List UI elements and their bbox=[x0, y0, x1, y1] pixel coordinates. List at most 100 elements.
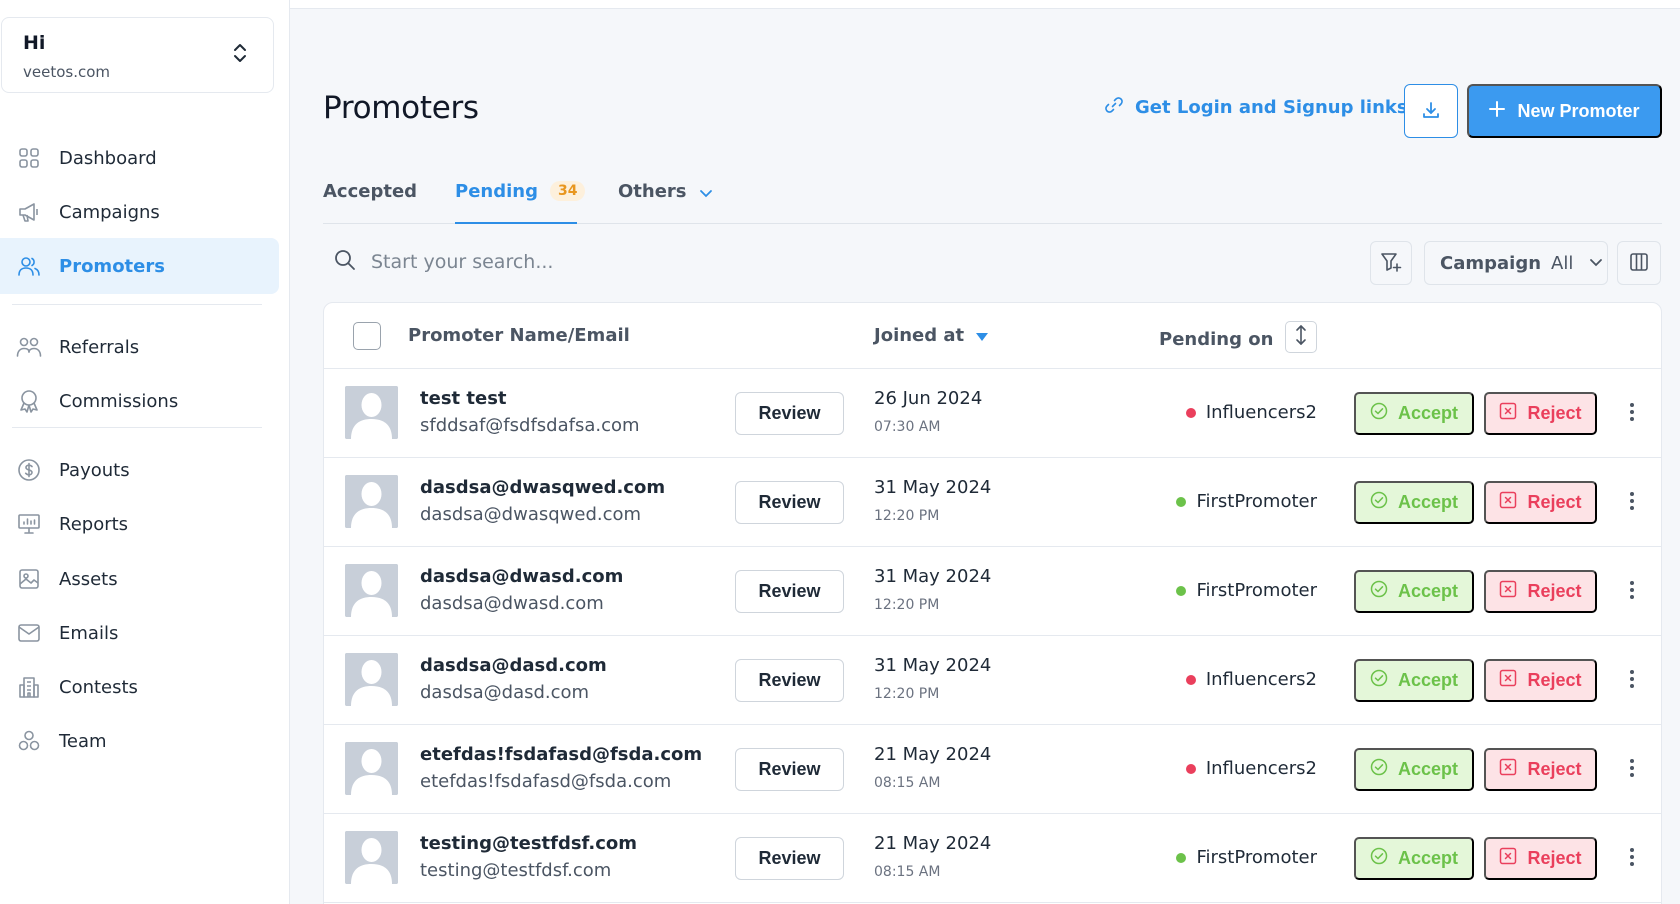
sidebar-item-reports[interactable]: Reports bbox=[0, 496, 279, 552]
nav-divider bbox=[12, 427, 262, 428]
more-options-button[interactable] bbox=[1620, 486, 1644, 518]
review-button[interactable]: Review bbox=[735, 659, 844, 702]
dashboard-icon bbox=[16, 145, 42, 171]
search-input[interactable] bbox=[371, 251, 771, 273]
column-header-joined[interactable]: Joined at bbox=[874, 325, 989, 346]
x-square-icon bbox=[1499, 758, 1517, 781]
status-tabs: Accepted Pending 34 Others bbox=[323, 175, 1662, 224]
download-button[interactable] bbox=[1404, 84, 1458, 138]
avatar bbox=[345, 653, 398, 706]
reject-button[interactable]: Reject bbox=[1484, 837, 1597, 880]
check-circle-icon bbox=[1370, 491, 1388, 514]
kebab-icon bbox=[1630, 758, 1634, 780]
chevron-down-icon bbox=[1589, 254, 1603, 273]
promoter-name[interactable]: dasdsa@dwasd.com bbox=[420, 566, 623, 587]
campaign-filter-value: All bbox=[1551, 252, 1574, 274]
promoter-name[interactable]: test test bbox=[420, 388, 507, 409]
review-button[interactable]: Review bbox=[735, 570, 844, 613]
kebab-icon bbox=[1630, 402, 1634, 424]
tab-others[interactable]: Others bbox=[618, 175, 713, 224]
promoter-name[interactable]: dasdsa@dwasqwed.com bbox=[420, 477, 665, 498]
reject-label: Reject bbox=[1527, 670, 1582, 690]
promoter-name[interactable]: testing@testfdsf.com bbox=[420, 833, 637, 854]
reject-button[interactable]: Reject bbox=[1484, 570, 1597, 613]
sidebar-item-assets[interactable]: Assets bbox=[0, 551, 279, 607]
joined-date: 26 Jun 2024 bbox=[874, 388, 983, 409]
more-options-button[interactable] bbox=[1620, 575, 1644, 607]
accept-button[interactable]: Accept bbox=[1354, 837, 1474, 880]
table-row: testing@testfdsf.com testing@testfdsf.co… bbox=[324, 814, 1661, 903]
select-all-checkbox[interactable] bbox=[353, 322, 381, 350]
add-filter-button[interactable] bbox=[1370, 241, 1412, 285]
accept-button[interactable]: Accept bbox=[1354, 570, 1474, 613]
more-options-button[interactable] bbox=[1620, 842, 1644, 874]
reject-label: Reject bbox=[1527, 403, 1582, 423]
sidebar-item-contests[interactable]: Contests bbox=[0, 659, 279, 715]
sidebar-item-commissions[interactable]: Commissions bbox=[0, 373, 279, 429]
x-square-icon bbox=[1499, 402, 1517, 425]
accept-button[interactable]: Accept bbox=[1354, 481, 1474, 524]
tab-accepted[interactable]: Accepted bbox=[323, 175, 417, 224]
campaign-filter[interactable]: Campaign All bbox=[1424, 241, 1608, 285]
sidebar-item-promoters[interactable]: Promoters bbox=[0, 238, 279, 294]
promoter-name[interactable]: dasdsa@dasd.com bbox=[420, 655, 607, 676]
campaign-dot bbox=[1176, 496, 1187, 507]
accept-label: Accept bbox=[1397, 581, 1459, 601]
x-square-icon bbox=[1499, 847, 1517, 870]
sort-desc-icon bbox=[976, 325, 989, 346]
campaign-dot bbox=[1176, 852, 1187, 863]
get-links-button[interactable]: Get Login and Signup links bbox=[1105, 96, 1408, 119]
filter-plus-icon bbox=[1380, 251, 1402, 276]
reject-button[interactable]: Reject bbox=[1484, 659, 1597, 702]
promoter-name[interactable]: etefdas!fsdafasd@fsda.com bbox=[420, 744, 702, 765]
new-promoter-button[interactable]: New Promoter bbox=[1467, 84, 1662, 138]
x-square-icon bbox=[1499, 669, 1517, 692]
sidebar-item-dashboard[interactable]: Dashboard bbox=[0, 130, 279, 186]
sidebar-item-referrals[interactable]: Referrals bbox=[0, 319, 279, 375]
review-button[interactable]: Review bbox=[735, 392, 844, 435]
more-options-button[interactable] bbox=[1620, 664, 1644, 696]
sidebar-item-team[interactable]: Team bbox=[0, 713, 279, 769]
promoter-email: dasdsa@dwasd.com bbox=[420, 593, 604, 614]
org-switcher[interactable]: Hi veetos.com bbox=[1, 17, 274, 93]
sidebar-item-campaigns[interactable]: Campaigns bbox=[0, 184, 279, 240]
sidebar-item-label: Reports bbox=[59, 513, 129, 535]
table-row: dasdsa@dwasd.com dasdsa@dwasd.com Review… bbox=[324, 547, 1661, 636]
reject-button[interactable]: Reject bbox=[1484, 392, 1597, 435]
accept-button[interactable]: Accept bbox=[1354, 748, 1474, 791]
joined-time: 12:20 PM bbox=[874, 508, 940, 524]
search-icon bbox=[333, 248, 357, 276]
pending-campaign: Influencers2 bbox=[1185, 402, 1317, 423]
joined-date: 31 May 2024 bbox=[874, 477, 992, 498]
review-button[interactable]: Review bbox=[735, 481, 844, 524]
columns-button[interactable] bbox=[1617, 241, 1661, 285]
joined-date: 31 May 2024 bbox=[874, 655, 992, 676]
chevron-down-icon bbox=[699, 184, 713, 205]
table-row: dasdsa@dwasqwed.com dasdsa@dwasqwed.com … bbox=[324, 458, 1661, 547]
reject-button[interactable]: Reject bbox=[1484, 748, 1597, 791]
accept-button[interactable]: Accept bbox=[1354, 392, 1474, 435]
accept-button[interactable]: Accept bbox=[1354, 659, 1474, 702]
tab-label: Accepted bbox=[323, 181, 418, 202]
joined-time: 08:15 AM bbox=[874, 775, 941, 791]
reports-icon bbox=[16, 511, 42, 537]
tab-pending[interactable]: Pending 34 bbox=[455, 175, 586, 224]
kebab-icon bbox=[1630, 491, 1634, 513]
review-button[interactable]: Review bbox=[735, 748, 844, 791]
table-row: test test sfddsaf@fsdfsdafsa.com Review … bbox=[324, 369, 1661, 458]
sidebar: Hi veetos.com Dashboard Campaigns Promot… bbox=[0, 0, 290, 904]
sidebar-item-emails[interactable]: Emails bbox=[0, 605, 279, 661]
campaign-name: Influencers2 bbox=[1205, 758, 1317, 779]
more-options-button[interactable] bbox=[1620, 397, 1644, 429]
review-button[interactable]: Review bbox=[735, 837, 844, 880]
sidebar-item-label: Payouts bbox=[59, 459, 130, 481]
avatar bbox=[345, 742, 398, 795]
sidebar-item-payouts[interactable]: Payouts bbox=[0, 442, 279, 498]
more-options-button[interactable] bbox=[1620, 753, 1644, 785]
tab-label: Pending bbox=[455, 181, 538, 202]
sidebar-item-label: Contests bbox=[59, 676, 138, 698]
table-row: dasdsa@dasd.com dasdsa@dasd.com Review 3… bbox=[324, 636, 1661, 725]
tab-label: Others bbox=[618, 181, 687, 202]
sort-button[interactable] bbox=[1285, 321, 1318, 353]
reject-button[interactable]: Reject bbox=[1484, 481, 1597, 524]
